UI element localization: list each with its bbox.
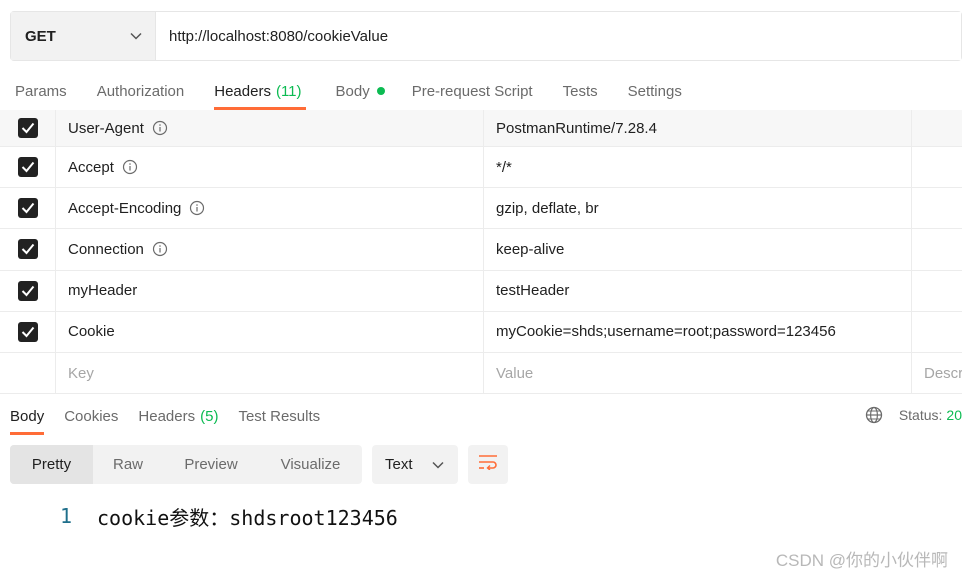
header-description[interactable] xyxy=(912,271,962,311)
header-value[interactable]: myCookie=shds;username=root;password=123… xyxy=(484,311,912,352)
tab-body-label: Body xyxy=(335,82,370,100)
header-description[interactable] xyxy=(912,312,962,352)
header-key-text: Cookie xyxy=(68,323,115,341)
header-value[interactable]: testHeader xyxy=(484,270,912,311)
status-label: Status: xyxy=(898,407,943,423)
checkbox-checked-icon[interactable] xyxy=(17,280,38,301)
table-row: Connection keep-alive xyxy=(0,229,962,271)
info-icon[interactable] xyxy=(122,159,138,175)
wrap-lines-icon xyxy=(478,454,498,475)
tab-headers[interactable]: Headers (11) xyxy=(214,72,306,110)
request-tabs: Params Authorization Headers (11) Body P… xyxy=(0,72,682,112)
tab-settings[interactable]: Settings xyxy=(628,72,682,110)
format-raw-button[interactable]: Raw xyxy=(93,445,163,484)
format-segmented-control: Pretty Raw Preview Visualize xyxy=(10,445,362,484)
checkbox-checked-icon[interactable] xyxy=(17,239,38,260)
checkbox-checked-icon[interactable] xyxy=(17,321,38,342)
tab-headers-label: Headers xyxy=(214,82,271,100)
new-description-input[interactable]: Descr xyxy=(912,353,962,393)
table-row: Cookie myCookie=shds;username=root;passw… xyxy=(0,311,962,353)
tab-pre-request-script[interactable]: Pre-request Script xyxy=(412,72,533,110)
header-value[interactable]: PostmanRuntime/7.28.4 xyxy=(484,110,912,146)
header-key-text: Accept xyxy=(68,158,114,176)
tab-response-headers-label: Headers xyxy=(138,407,196,425)
globe-icon[interactable] xyxy=(865,406,883,424)
language-select-label: Text xyxy=(385,456,413,473)
format-preview-button[interactable]: Preview xyxy=(163,445,259,484)
tab-body[interactable]: Body xyxy=(336,72,385,110)
request-bar: GET xyxy=(10,11,962,61)
url-input[interactable] xyxy=(156,12,961,60)
response-line-text: cookie参数：shdsroot123456 xyxy=(97,505,398,530)
line-number: 1 xyxy=(59,504,72,528)
header-key-text: myHeader xyxy=(68,282,138,300)
header-value[interactable]: */* xyxy=(484,147,912,188)
tab-headers-count: (11) xyxy=(275,82,302,100)
wrap-lines-button[interactable] xyxy=(468,445,508,484)
chevron-down-icon xyxy=(432,456,444,473)
header-key[interactable]: Accept-Encoding xyxy=(56,188,484,229)
table-row: Accept-Encoding gzip, deflate, br xyxy=(0,188,962,230)
info-icon[interactable] xyxy=(152,120,168,136)
header-key[interactable]: User-Agent xyxy=(56,110,484,146)
language-select[interactable]: Text xyxy=(372,445,458,484)
watermark: CSDN @你的小伙伴啊 xyxy=(775,551,948,570)
response-tabs: Body Cookies Headers (5) Test Results St… xyxy=(0,396,962,436)
tab-test-results[interactable]: Test Results xyxy=(238,397,320,435)
chevron-down-icon xyxy=(130,27,142,45)
method-select[interactable]: GET xyxy=(11,12,156,60)
tab-authorization[interactable]: Authorization xyxy=(97,72,185,110)
header-key[interactable]: Cookie xyxy=(56,311,484,352)
tab-tests[interactable]: Tests xyxy=(563,72,598,110)
format-pretty-button[interactable]: Pretty xyxy=(10,445,93,484)
header-value[interactable]: gzip, deflate, br xyxy=(484,188,912,229)
tab-response-headers[interactable]: Headers (5) xyxy=(138,397,218,435)
response-status: Status: 20 xyxy=(865,396,962,434)
tab-response-cookies[interactable]: Cookies xyxy=(64,397,118,435)
tab-response-headers-count: (5) xyxy=(200,407,219,425)
response-body-editor[interactable]: 1 cookie参数：shdsroot123456 xyxy=(0,500,398,532)
header-description[interactable] xyxy=(912,188,962,228)
header-description[interactable] xyxy=(912,229,962,269)
method-label: GET xyxy=(25,27,56,45)
header-key-text: Connection xyxy=(68,240,144,258)
new-key-input[interactable]: Key xyxy=(56,352,484,394)
headers-table: User-Agent PostmanRuntime/7.28.4 Accept … xyxy=(0,110,962,395)
header-description[interactable] xyxy=(912,110,962,146)
header-key[interactable]: myHeader xyxy=(56,270,484,311)
status-value: 20 xyxy=(946,407,962,423)
info-icon[interactable] xyxy=(189,200,205,216)
new-value-input[interactable]: Value xyxy=(484,352,912,394)
checkbox-checked-icon[interactable] xyxy=(17,118,38,138)
table-row: User-Agent PostmanRuntime/7.28.4 xyxy=(0,110,962,147)
header-description[interactable] xyxy=(912,147,962,187)
header-key[interactable]: Connection xyxy=(56,229,484,270)
table-row: Accept */* xyxy=(0,147,962,189)
checkbox-checked-icon[interactable] xyxy=(17,198,38,219)
checkbox-checked-icon[interactable] xyxy=(17,157,38,178)
body-indicator-dot xyxy=(376,87,385,95)
table-row-new: Key Value Descr xyxy=(0,352,962,395)
info-icon[interactable] xyxy=(152,241,168,257)
format-visualize-button[interactable]: Visualize xyxy=(259,445,362,484)
header-value[interactable]: keep-alive xyxy=(484,229,912,270)
header-key-text: Accept-Encoding xyxy=(68,199,182,217)
header-key[interactable]: Accept xyxy=(56,147,484,188)
tab-params[interactable]: Params xyxy=(15,72,67,110)
header-key-text: User-Agent xyxy=(68,119,144,137)
table-row: myHeader testHeader xyxy=(0,270,962,312)
tab-response-body[interactable]: Body xyxy=(10,397,45,435)
